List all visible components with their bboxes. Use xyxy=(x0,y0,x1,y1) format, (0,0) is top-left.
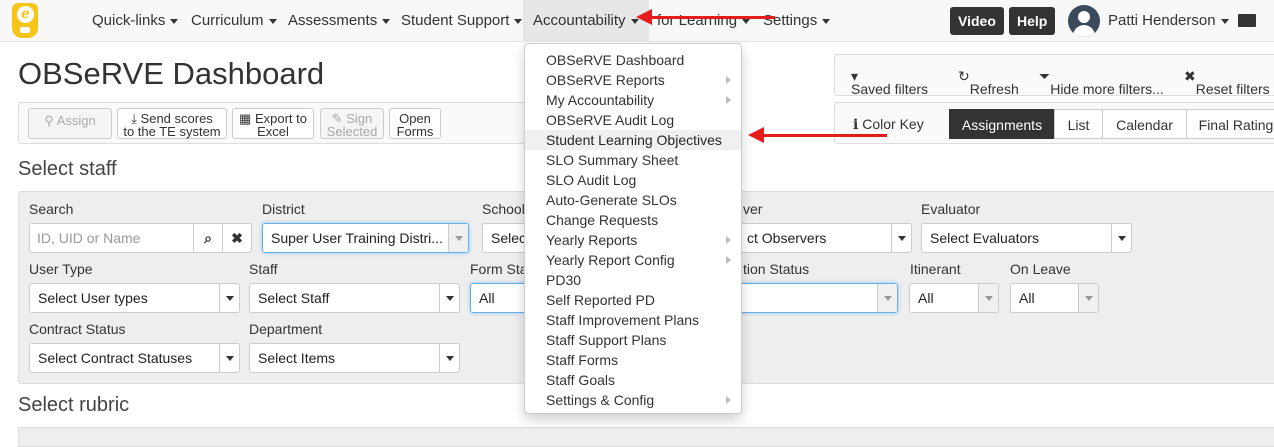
menu-item-student-learning-objectives[interactable]: Student Learning Objectives xyxy=(525,130,741,150)
district-label: District xyxy=(262,201,305,217)
open-forms-button[interactable]: Open Forms xyxy=(389,108,441,139)
help-button[interactable]: Help xyxy=(1009,7,1056,35)
contract-status-label: Contract Status xyxy=(29,321,126,337)
user-type-label: User Type xyxy=(29,261,93,277)
annotation-arrow-accountability xyxy=(636,9,775,25)
menu-item-observe-dashboard[interactable]: OBSeRVE Dashboard xyxy=(525,50,741,70)
menu-item-pd30[interactable]: PD30 xyxy=(525,270,741,290)
staff-label: Staff xyxy=(249,261,278,277)
user-avatar-icon[interactable] xyxy=(1068,5,1100,37)
assign-button[interactable]: ⚲ Assign xyxy=(28,108,112,139)
completion-status-label: tion Status xyxy=(743,261,810,277)
clear-search-icon[interactable]: ✖ xyxy=(222,223,252,253)
reset-filters-button[interactable]: ✖ Reset filters xyxy=(1184,68,1270,97)
submenu-arrow-icon xyxy=(726,396,731,404)
view-switcher: i Color Key Assignments List Calendar Fi… xyxy=(834,102,1274,144)
itinerant-label: Itinerant xyxy=(910,261,961,277)
user-menu[interactable]: Patti Henderson xyxy=(1108,0,1229,42)
color-key-button[interactable]: i Color Key xyxy=(853,116,924,133)
refresh-button[interactable]: ↻ Refresh xyxy=(958,68,1019,97)
tab-list[interactable]: List xyxy=(1054,109,1103,139)
user-type-select[interactable]: Select User types xyxy=(29,283,240,313)
evaluator-label: Evaluator xyxy=(921,201,981,217)
action-toolbar: ⚲ Assign ⤓ Send scores to the TE system ▦… xyxy=(18,102,528,144)
app-logo-icon[interactable]: e xyxy=(12,3,38,38)
nav-assessments[interactable]: Assessments xyxy=(288,0,391,42)
observer-select[interactable]: ct Observers xyxy=(739,223,912,253)
annotation-arrow-slo xyxy=(748,127,887,143)
send-scores-button[interactable]: ⤓ Send scores to the TE system xyxy=(117,108,227,139)
form-status-label: Form Sta xyxy=(470,261,528,277)
menu-item-observe-reports[interactable]: OBSeRVE Reports xyxy=(525,70,741,90)
accountability-dropdown-menu: OBSeRVE Dashboard OBSeRVE Reports My Acc… xyxy=(524,43,742,414)
filters-bar: Saved filters ▾ ↻ Refresh ⏷ Hide more fil… xyxy=(834,54,1274,97)
submenu-arrow-icon xyxy=(726,96,731,104)
video-button[interactable]: Video xyxy=(950,7,1004,35)
menu-item-slo-audit-log[interactable]: SLO Audit Log xyxy=(525,170,741,190)
staff-select[interactable]: Select Staff xyxy=(249,283,460,313)
search-input[interactable]: ID, UID or Name xyxy=(29,223,194,253)
hide-filters-button[interactable]: ⏷ Hide more filters... xyxy=(1039,68,1164,97)
department-select[interactable]: Select Items xyxy=(249,343,460,373)
search-icon[interactable]: ⌕ xyxy=(193,223,223,253)
contract-status-select[interactable]: Select Contract Statuses xyxy=(29,343,240,373)
menu-item-staff-support-plans[interactable]: Staff Support Plans xyxy=(525,330,741,350)
completion-status-select[interactable] xyxy=(739,283,898,313)
observer-label: ver xyxy=(743,201,763,217)
evaluator-select[interactable]: Select Evaluators xyxy=(921,223,1132,253)
nav-accountability[interactable]: Accountability xyxy=(523,0,649,42)
menu-item-staff-improvement-plans[interactable]: Staff Improvement Plans xyxy=(525,310,741,330)
menu-item-auto-generate-slos[interactable]: Auto-Generate SLOs xyxy=(525,190,741,210)
export-excel-button[interactable]: ▦ Export to Excel xyxy=(232,108,314,139)
itinerant-select[interactable]: All xyxy=(909,283,999,313)
nav-quick-links[interactable]: Quick-links xyxy=(92,0,179,42)
nav-curriculum[interactable]: Curriculum xyxy=(191,0,277,42)
menu-item-my-accountability[interactable]: My Accountability xyxy=(525,90,741,110)
menu-item-yearly-report-config[interactable]: Yearly Report Config xyxy=(525,250,741,270)
rubric-panel xyxy=(18,427,1274,447)
district-select[interactable]: Super User Training Distri... xyxy=(262,223,469,253)
nav-student-support[interactable]: Student Support xyxy=(401,0,523,42)
menu-item-slo-summary-sheet[interactable]: SLO Summary Sheet xyxy=(525,150,741,170)
menu-item-settings-config[interactable]: Settings & Config xyxy=(525,390,741,410)
mail-icon[interactable] xyxy=(1238,14,1256,27)
page-title: OBSeRVE Dashboard xyxy=(18,56,325,91)
menu-item-self-reported-pd[interactable]: Self Reported PD xyxy=(525,290,741,310)
tab-assignments[interactable]: Assignments xyxy=(949,109,1055,139)
section-title-staff: Select staff xyxy=(18,158,117,180)
menu-item-change-requests[interactable]: Change Requests xyxy=(525,210,741,230)
nav-settings[interactable]: Settings xyxy=(763,0,831,42)
search-label: Search xyxy=(29,201,74,217)
nav-for-learning[interactable]: for Learning xyxy=(657,0,751,42)
saved-filters-dropdown[interactable]: Saved filters ▾ xyxy=(851,68,928,97)
on-leave-label: On Leave xyxy=(1010,261,1071,277)
menu-item-observe-audit-log[interactable]: OBSeRVE Audit Log xyxy=(525,110,741,130)
sign-selected-button[interactable]: ✎ Sign Selected xyxy=(320,108,384,139)
on-leave-select[interactable]: All xyxy=(1010,283,1099,313)
section-title-rubric: Select rubric xyxy=(18,394,130,416)
school-label: School xyxy=(482,201,525,217)
department-label: Department xyxy=(249,321,323,337)
submenu-arrow-icon xyxy=(726,76,731,84)
menu-item-staff-forms[interactable]: Staff Forms xyxy=(525,350,741,370)
tab-calendar[interactable]: Calendar xyxy=(1102,109,1187,139)
submenu-arrow-icon xyxy=(726,236,731,244)
tab-final-rating[interactable]: Final Rating xyxy=(1186,109,1274,139)
menu-item-yearly-reports[interactable]: Yearly Reports xyxy=(525,230,741,250)
menu-item-staff-goals[interactable]: Staff Goals xyxy=(525,370,741,390)
form-status-select[interactable]: All xyxy=(470,283,530,313)
submenu-arrow-icon xyxy=(726,256,731,264)
